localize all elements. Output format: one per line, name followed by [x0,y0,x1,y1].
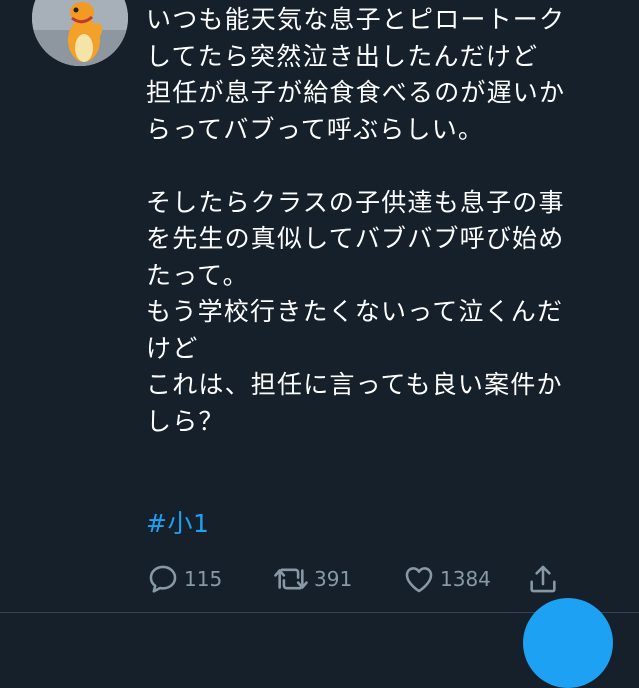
tweet-line: もう学校行きたくないって泣くんだ [146,297,564,326]
tweet-line: してたら突然泣き出したんだけど [146,41,539,71]
retweet-icon [274,568,308,590]
tweet-line: 担任が息子が給食食べるのが遅いか [146,78,566,107]
reply-button[interactable]: 115 [146,562,222,596]
share-icon [530,565,556,593]
compose-tweet-button[interactable] [523,598,613,688]
retweet-count: 391 [314,567,353,591]
tweet-line: これは、担任に言っても良い案件か [146,370,563,399]
reply-count: 115 [184,567,223,591]
tweet-line: しら？ [146,406,225,436]
reply-icon [149,565,177,593]
tweet-actions: 115 391 1384 [146,562,626,596]
tweet-line [146,148,626,185]
tweet-line: いつも能天気な息子とピロートーク [146,5,566,34]
like-button[interactable]: 1384 [402,562,491,596]
retweet-button[interactable]: 391 [272,562,352,596]
tweet-line: を先生の真似してバブバブ呼び始め [146,224,565,253]
tweet-line: らってバブって呼ぶらしい。 [146,114,485,144]
hashtag-link[interactable]: #小1 [146,504,209,540]
avatar-image [32,0,128,66]
like-count: 1384 [440,567,491,591]
tweet-line: そしたらクラスの子供達も息子の事 [146,187,565,217]
share-button[interactable] [526,562,560,596]
tweet-line: けど [146,333,199,363]
tweet-line: たって。 [146,260,249,290]
heart-icon [405,567,433,593]
tweet-text: いつも能天気な息子とピロートーク してたら突然泣き出したんだけど 担任が息子が給… [146,2,626,440]
avatar[interactable] [32,0,128,66]
